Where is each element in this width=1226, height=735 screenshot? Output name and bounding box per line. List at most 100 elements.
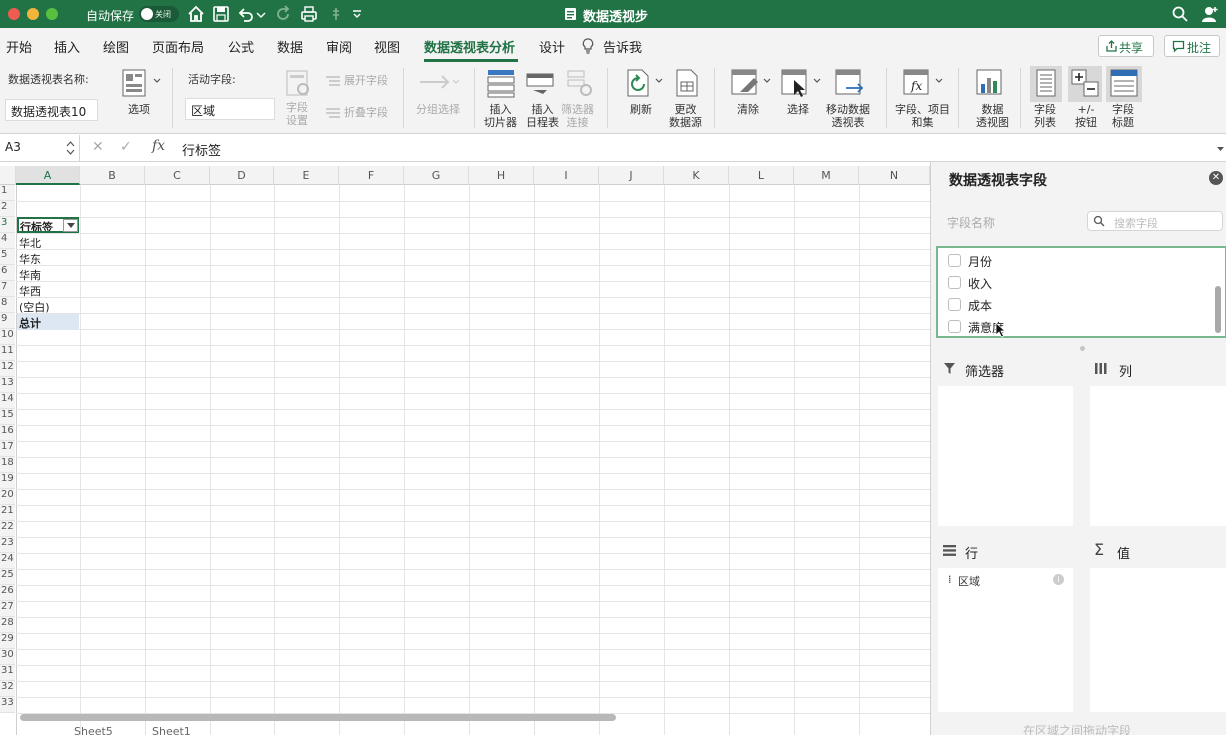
fields-items-sets-icon[interactable]: fx bbox=[902, 68, 932, 98]
fields-items-dropdown-icon[interactable] bbox=[934, 76, 944, 86]
tab-data[interactable]: 数据 bbox=[277, 37, 303, 56]
column-header-k[interactable]: K bbox=[664, 166, 729, 185]
field-checkbox[interactable] bbox=[948, 254, 961, 267]
select-dropdown-icon[interactable] bbox=[812, 76, 822, 86]
collapse-field-icon[interactable] bbox=[325, 107, 341, 120]
row-header[interactable]: 16 bbox=[0, 425, 15, 441]
options-dropdown-icon[interactable] bbox=[152, 76, 162, 86]
pivot-row-item[interactable]: (空白) bbox=[17, 298, 79, 314]
undo-dropdown-icon[interactable] bbox=[254, 4, 268, 24]
options-icon[interactable] bbox=[120, 68, 150, 98]
row-header[interactable]: 21 bbox=[0, 505, 15, 521]
save-icon[interactable] bbox=[211, 4, 231, 24]
horizontal-scrollbar[interactable] bbox=[20, 714, 616, 721]
row-header[interactable]: 26 bbox=[0, 585, 15, 601]
search-fields-input[interactable]: 搜索字段 bbox=[1087, 211, 1223, 231]
zoom-window-button[interactable] bbox=[46, 8, 58, 20]
row-header[interactable]: 20 bbox=[0, 489, 15, 505]
column-header-n[interactable]: N bbox=[859, 166, 930, 185]
tab-page-layout[interactable]: 页面布局 bbox=[152, 37, 204, 56]
row-header[interactable]: 32 bbox=[0, 681, 15, 697]
move-pivottable-icon[interactable] bbox=[834, 68, 864, 98]
close-pane-button[interactable]: ✕ bbox=[1209, 171, 1223, 185]
redo-icon[interactable] bbox=[273, 4, 293, 24]
field-list-icon[interactable] bbox=[1031, 68, 1061, 98]
pivot-name-input[interactable]: 数据透视表10 bbox=[5, 99, 98, 121]
change-data-source-icon[interactable] bbox=[672, 68, 702, 98]
row-header[interactable]: 7 bbox=[0, 281, 15, 297]
column-header-g[interactable]: G bbox=[404, 166, 469, 185]
insert-function-icon[interactable]: fx bbox=[152, 138, 165, 154]
column-header-e[interactable]: E bbox=[274, 166, 339, 185]
customize-toolbar-icon[interactable] bbox=[350, 4, 364, 24]
tab-insert[interactable]: 插入 bbox=[54, 37, 80, 56]
filter-connections-icon[interactable] bbox=[564, 68, 594, 98]
field-list-scrollbar[interactable] bbox=[1215, 286, 1221, 333]
row-header[interactable]: 19 bbox=[0, 473, 15, 489]
field-checkbox[interactable] bbox=[948, 298, 961, 311]
row-header[interactable]: 13 bbox=[0, 377, 15, 393]
row-header[interactable]: 11 bbox=[0, 345, 15, 361]
row-header[interactable]: 5 bbox=[0, 249, 15, 265]
row-header[interactable]: 1 bbox=[0, 185, 15, 201]
formula-value[interactable]: 行标签 bbox=[182, 140, 221, 159]
plus-minus-buttons-icon[interactable] bbox=[1070, 68, 1100, 98]
pivot-grand-total[interactable]: 总计 bbox=[17, 314, 79, 330]
insert-slicer-icon[interactable] bbox=[486, 68, 516, 98]
field-checkbox[interactable] bbox=[948, 276, 961, 289]
tab-draw[interactable]: 绘图 bbox=[103, 37, 129, 56]
column-header-j[interactable]: J bbox=[599, 166, 664, 185]
column-header-d[interactable]: D bbox=[210, 166, 274, 185]
tab-pivottable-analyze[interactable]: 数据透视表分析 bbox=[424, 37, 515, 56]
autosave-toggle[interactable]: 关闭 bbox=[139, 6, 179, 22]
tab-formulas[interactable]: 公式 bbox=[228, 37, 254, 56]
row-header[interactable]: 23 bbox=[0, 537, 15, 553]
select-icon[interactable] bbox=[780, 68, 810, 98]
column-header-m[interactable]: M bbox=[794, 166, 859, 185]
rows-drop-area[interactable]: ⁞ 区域 i bbox=[938, 568, 1073, 712]
tell-me-search[interactable]: 告诉我 bbox=[603, 37, 642, 56]
rows-area-field[interactable]: 区域 bbox=[958, 573, 980, 589]
row-header[interactable]: 17 bbox=[0, 441, 15, 457]
row-header[interactable]: 29 bbox=[0, 633, 15, 649]
row-header[interactable]: 27 bbox=[0, 601, 15, 617]
columns-drop-area[interactable] bbox=[1090, 386, 1226, 526]
row-header[interactable]: 33 bbox=[0, 697, 15, 713]
row-header[interactable]: 31 bbox=[0, 665, 15, 681]
clear-icon[interactable] bbox=[730, 68, 760, 98]
account-icon[interactable] bbox=[1200, 4, 1220, 24]
close-window-button[interactable] bbox=[8, 8, 20, 20]
select-all-corner[interactable] bbox=[0, 166, 16, 185]
column-header-i[interactable]: I bbox=[534, 166, 599, 185]
row-header[interactable]: 2 bbox=[0, 201, 15, 217]
column-header-c[interactable]: C bbox=[145, 166, 210, 185]
row-header[interactable]: 28 bbox=[0, 617, 15, 633]
expand-field-icon[interactable] bbox=[325, 75, 341, 88]
column-header-h[interactable]: H bbox=[469, 166, 534, 185]
row-header[interactable]: 12 bbox=[0, 361, 15, 377]
column-header-b[interactable]: B bbox=[80, 166, 145, 185]
minimize-window-button[interactable] bbox=[27, 8, 39, 20]
row-header[interactable]: 9 bbox=[0, 313, 15, 329]
sheet-tab-sheet1[interactable]: Sheet1 bbox=[152, 725, 191, 735]
pivot-row-item[interactable]: 华东 bbox=[17, 250, 79, 266]
pivot-row-item[interactable]: 华南 bbox=[17, 266, 79, 282]
cancel-entry-icon[interactable]: ✕ bbox=[92, 139, 104, 155]
drag-handle-icon[interactable]: ⁞ bbox=[948, 573, 952, 586]
values-drop-area[interactable] bbox=[1090, 568, 1226, 712]
group-selection-icon[interactable] bbox=[418, 68, 460, 98]
row-header[interactable]: 14 bbox=[0, 393, 15, 409]
column-header-f[interactable]: F bbox=[339, 166, 404, 185]
row-header[interactable]: 4 bbox=[0, 233, 15, 249]
row-header[interactable]: 3 bbox=[0, 217, 15, 233]
row-header[interactable]: 15 bbox=[0, 409, 15, 425]
field-checkbox[interactable] bbox=[948, 320, 961, 333]
insert-timeline-icon[interactable] bbox=[525, 68, 555, 98]
row-header[interactable]: 6 bbox=[0, 265, 15, 281]
active-field-input[interactable]: 区域 bbox=[185, 98, 275, 120]
confirm-entry-icon[interactable]: ✓ bbox=[120, 139, 132, 155]
row-header[interactable]: 24 bbox=[0, 553, 15, 569]
expand-formula-bar-icon[interactable] bbox=[1216, 144, 1225, 153]
tab-home[interactable]: 开始 bbox=[6, 37, 32, 56]
row-header[interactable]: 30 bbox=[0, 649, 15, 665]
